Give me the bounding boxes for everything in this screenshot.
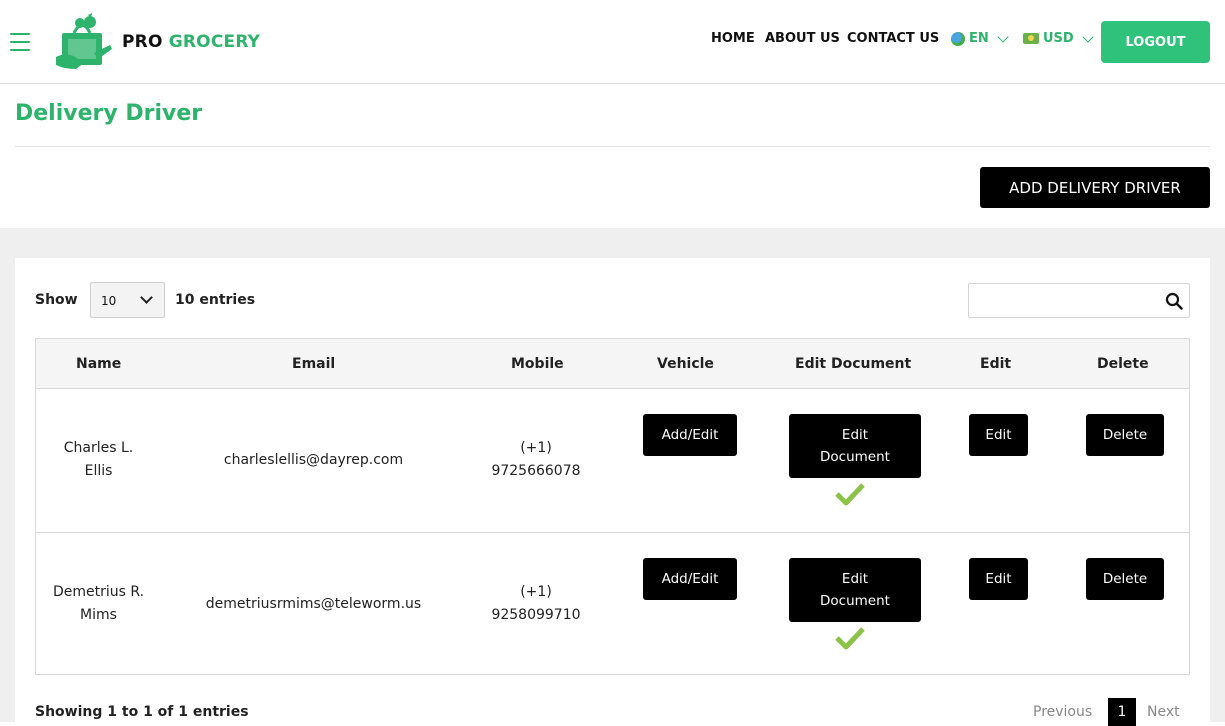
driver-email-cell: charleslellis@dayrep.com: [223, 452, 404, 468]
edit-document-label-line2: Document: [820, 449, 890, 465]
currency-selector[interactable]: USD: [1023, 30, 1094, 46]
driver-name-cell: Charles L. Ellis: [36, 437, 161, 483]
pagination-next[interactable]: Next: [1147, 704, 1180, 720]
table-info: Showing 1 to 1 of 1 entries: [35, 704, 249, 720]
language-selector[interactable]: EN: [951, 30, 1009, 46]
column-header-edit[interactable]: Edit: [980, 356, 1011, 372]
column-header-vehicle[interactable]: Vehicle: [657, 356, 714, 372]
top-header: PRO GROCERY HOME ABOUT US CONTACT US EN …: [0, 0, 1225, 84]
driver-name-line1: Charles L.: [63, 440, 134, 456]
delete-driver-button[interactable]: Delete: [1086, 414, 1164, 456]
chevron-down-icon: [140, 291, 153, 304]
hamburger-menu-icon[interactable]: [10, 33, 30, 51]
add-delivery-driver-button[interactable]: ADD DELIVERY DRIVER: [980, 167, 1210, 208]
page-size-value: 10: [101, 294, 117, 308]
driver-name-line1: Demetrius R.: [52, 584, 145, 600]
globe-icon: [951, 31, 965, 46]
edit-driver-button[interactable]: Edit: [969, 414, 1028, 456]
column-header-name[interactable]: Name: [76, 356, 121, 372]
driver-mobile-line2: 9258099710: [491, 607, 581, 623]
currency-label: USD: [1043, 31, 1074, 46]
driver-name-cell: Demetrius R. Mims: [36, 581, 161, 627]
driver-name-line2: Ellis: [84, 463, 113, 479]
logout-button[interactable]: LOGOUT: [1101, 21, 1210, 63]
drivers-table: Name Email Mobile Vehicle Edit Document …: [35, 338, 1190, 675]
document-verified-check-icon: [835, 627, 865, 650]
table-row: Charles L. Ellis charleslellis@dayrep.co…: [36, 389, 1189, 532]
nav-contact-link[interactable]: CONTACT US: [847, 31, 939, 46]
column-header-delete[interactable]: Delete: [1097, 356, 1149, 372]
table-search: [968, 283, 1190, 318]
chevron-down-icon: [1082, 30, 1094, 43]
driver-mobile-line1: (+1): [520, 440, 552, 456]
driver-email-cell: demetriusrmims@teleworm.us: [205, 596, 422, 612]
nav-about-link[interactable]: ABOUT US: [765, 31, 840, 46]
brand-name-part2: GROCERY: [168, 32, 261, 52]
column-header-email[interactable]: Email: [292, 356, 335, 372]
driver-name-line2: Mims: [80, 607, 117, 623]
driver-mobile-cell: (+1) 9258099710: [466, 581, 606, 627]
brand-logo[interactable]: PRO GROCERY: [54, 13, 260, 71]
entries-label: 10 entries: [175, 292, 256, 308]
page-size-select[interactable]: 10: [90, 282, 165, 318]
driver-mobile-cell: (+1) 9725666078: [466, 437, 606, 483]
column-header-edit-document[interactable]: Edit Document: [795, 356, 911, 372]
brand-name-part1: PRO: [122, 32, 163, 52]
edit-document-label-line1: Edit: [841, 427, 869, 443]
page-title: Delivery Driver: [15, 101, 203, 126]
vehicle-add-edit-button[interactable]: Add/Edit: [643, 414, 737, 456]
grocery-bag-icon: [56, 13, 112, 69]
edit-document-label-line1: Edit: [841, 571, 869, 587]
currency-flag-icon: [1023, 33, 1039, 44]
edit-driver-button[interactable]: Edit: [969, 558, 1028, 600]
chevron-down-icon: [997, 30, 1009, 43]
table-row: Demetrius R. Mims demetriusrmims@telewor…: [36, 532, 1189, 675]
search-input[interactable]: [969, 284, 1159, 317]
edit-document-button[interactable]: Edit Document: [789, 558, 921, 622]
pagination-previous[interactable]: Previous: [1033, 704, 1092, 720]
driver-mobile-line1: (+1): [520, 584, 552, 600]
language-label: EN: [969, 31, 989, 46]
brand-name: PRO GROCERY: [122, 32, 260, 52]
table-header: Name Email Mobile Vehicle Edit Document …: [36, 339, 1189, 389]
delete-driver-button[interactable]: Delete: [1086, 558, 1164, 600]
edit-document-button[interactable]: Edit Document: [789, 414, 921, 478]
edit-document-label-line2: Document: [820, 593, 890, 609]
driver-mobile-line2: 9725666078: [491, 463, 581, 479]
show-label: Show: [35, 292, 78, 308]
title-divider: [15, 146, 1210, 147]
vehicle-add-edit-button[interactable]: Add/Edit: [643, 558, 737, 600]
nav-home-link[interactable]: HOME: [711, 31, 755, 46]
search-icon[interactable]: [1165, 292, 1183, 310]
document-verified-check-icon: [835, 483, 865, 506]
column-header-mobile[interactable]: Mobile: [511, 356, 564, 372]
